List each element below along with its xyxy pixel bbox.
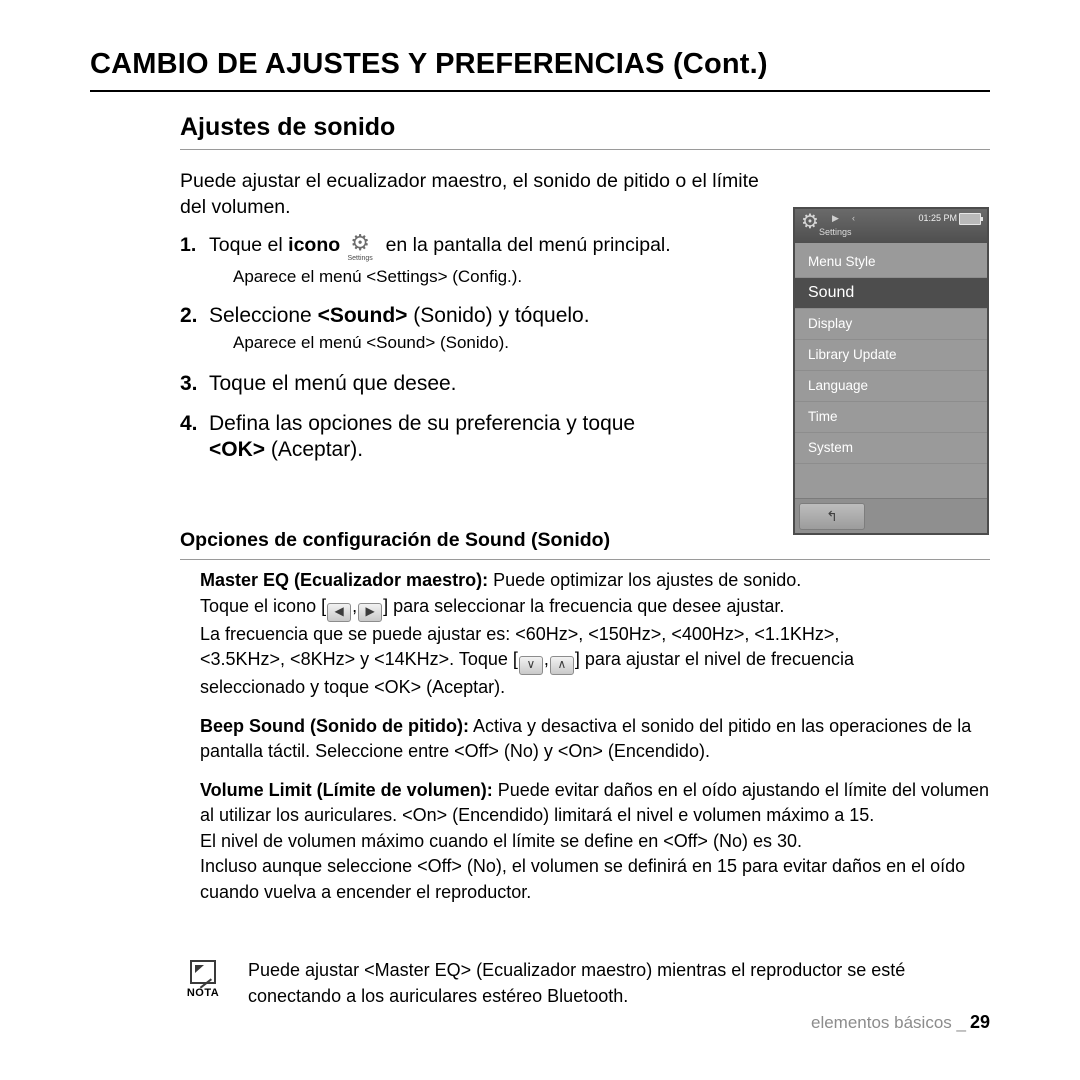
option-master-eq-line3: La frecuencia que se puede ajustar es: <… bbox=[200, 623, 840, 644]
gear-glyph: ⚙ bbox=[350, 230, 371, 255]
options-heading-text: Opciones de configuración de Sound (Soni… bbox=[180, 529, 611, 551]
left-arrow-key-icon: ◀ bbox=[327, 602, 352, 622]
option-master-eq-line2b: ] para seleccionar la frecuencia que des… bbox=[383, 595, 785, 616]
step-subtext: Aparece el menú <Sound> (Sonido). bbox=[233, 333, 509, 352]
options-body: Master EQ (Ecualizador maestro): Puede o… bbox=[200, 568, 1000, 918]
section-heading: Ajustes de sonido bbox=[180, 113, 990, 150]
note-text: Puede ajustar <Master EQ> (Ecualizador m… bbox=[248, 960, 906, 1006]
device-bottom-bar: ↰ bbox=[795, 498, 987, 533]
device-menu-item-language[interactable]: Language bbox=[795, 371, 987, 402]
device-screenshot: ⚙ Settings ▶ ‹ 01:25 PM Menu Style Sound… bbox=[793, 207, 989, 535]
device-status-bar: ⚙ Settings ▶ ‹ 01:25 PM bbox=[795, 209, 987, 243]
option-volume-limit-extra2: Incluso aunque seleccione <Off> (No), el… bbox=[200, 856, 966, 902]
key-separator-2: , bbox=[543, 649, 549, 669]
option-block-volume-limit: Volume Limit (Límite de volumen): Puede … bbox=[200, 778, 1000, 906]
device-menu-list: Menu Style Sound Display Library Update … bbox=[795, 243, 987, 464]
option-master-eq-line5: seleccionado y toque <OK> (Aceptar). bbox=[200, 677, 506, 697]
steps-list: 1. Toque el icono ⚙ Settings en la pantall… bbox=[180, 232, 780, 463]
device-menu-item-library-update[interactable]: Library Update bbox=[795, 340, 987, 371]
device-menu-item-display[interactable]: Display bbox=[795, 309, 987, 340]
note-icon: NOTA bbox=[180, 960, 226, 999]
device-menu-item-menu-style[interactable]: Menu Style bbox=[795, 247, 987, 278]
option-title-master-eq: Master EQ (Ecualizador maestro): bbox=[200, 570, 489, 590]
option-master-eq-line1: Puede optimizar los ajustes de sonido. bbox=[488, 570, 802, 590]
option-block-master-eq: Master EQ (Ecualizador maestro): Puede o… bbox=[200, 568, 1000, 701]
step-subtext: Aparece el menú <Settings> (Config.). bbox=[233, 267, 523, 286]
battery-icon bbox=[959, 213, 983, 225]
settings-gear-icon: ⚙ Settings bbox=[340, 232, 380, 263]
step-text-bold: <Sound> bbox=[317, 304, 408, 327]
intro-paragraph: Puede ajustar el ecualizador maestro, el… bbox=[180, 170, 759, 218]
step-text-before: Toque el bbox=[209, 234, 289, 256]
device-clock: 01:25 PM bbox=[918, 213, 957, 223]
note-label: NOTA bbox=[186, 987, 220, 999]
device-gear-icon: ⚙ bbox=[801, 211, 819, 233]
section-title-text: Ajustes de sonido bbox=[180, 113, 396, 141]
page-title: CAMBIO DE AJUSTES Y PREFERENCIAS (Cont.) bbox=[90, 48, 768, 80]
bookmark-icon: ‹ bbox=[852, 213, 855, 223]
step-text-bold: icono bbox=[288, 234, 341, 256]
gear-caption: Settings bbox=[347, 255, 373, 262]
step-number: 2. bbox=[180, 304, 198, 327]
step-text: Defina las opciones de su preferencia y … bbox=[209, 411, 780, 463]
step-text-bold: <OK> bbox=[209, 438, 266, 461]
down-arrow-key-icon: ∨ bbox=[518, 656, 543, 675]
note-block: NOTA Puede ajustar <Master EQ> (Ecualiza… bbox=[180, 958, 990, 1009]
step-item: 2. Seleccione <Sound> (Sonido) y tóquelo… bbox=[180, 303, 780, 355]
header-divider bbox=[90, 90, 990, 92]
step-item: 1. Toque el icono ⚙ Settings en la pantall… bbox=[180, 232, 780, 289]
options-divider bbox=[180, 559, 990, 560]
option-volume-limit-extra1: El nivel de volumen máximo cuando el lím… bbox=[200, 830, 802, 851]
device-menu-item-system[interactable]: System bbox=[795, 433, 987, 464]
option-master-eq-line2a: Toque el icono [ bbox=[200, 595, 327, 616]
step-number: 4. bbox=[180, 412, 198, 435]
device-menu-item-time[interactable]: Time bbox=[795, 402, 987, 433]
step-text: Toque el menú que desee. bbox=[209, 372, 457, 395]
step-text-before: Defina las opciones de su preferencia y … bbox=[209, 412, 636, 435]
option-block-beep-sound: Beep Sound (Sonido de pitido): Activa y … bbox=[200, 714, 1000, 765]
option-title-beep-sound: Beep Sound (Sonido de pitido): bbox=[200, 715, 469, 736]
device-menu-item-sound[interactable]: Sound bbox=[795, 278, 987, 309]
play-icon: ▶ bbox=[832, 213, 839, 223]
right-arrow-key-icon: ▶ bbox=[358, 602, 383, 622]
up-arrow-key-icon: ∧ bbox=[549, 656, 574, 675]
device-status-title: Settings bbox=[819, 227, 852, 237]
page-footer: elementos básicos _ 29 bbox=[811, 1012, 990, 1033]
option-master-eq-line4a: <3.5KHz>, <8KHz> y <14KHz>. Toque [ bbox=[200, 649, 518, 669]
page-number: 29 bbox=[969, 1012, 990, 1032]
step-text-after: en la pantalla del menú principal. bbox=[380, 234, 671, 256]
document-page: CAMBIO DE AJUSTES Y PREFERENCIAS (Cont.)… bbox=[0, 0, 1080, 1080]
option-master-eq-line4b: ] para ajustar el nivel de frecuencia bbox=[574, 649, 855, 669]
note-pencil-icon bbox=[190, 960, 216, 984]
step-text-after: (Aceptar). bbox=[265, 438, 364, 461]
step-item: 3. Toque el menú que desee. bbox=[180, 371, 780, 397]
step-text: Seleccione <Sound> (Sonido) y tóquelo. bbox=[209, 303, 780, 329]
options-heading: Opciones de configuración de Sound (Soni… bbox=[180, 529, 990, 560]
step-text-before: Seleccione bbox=[209, 304, 318, 327]
page-header: CAMBIO DE AJUSTES Y PREFERENCIAS (Cont.) bbox=[90, 48, 990, 92]
step-text: Toque el icono ⚙ Settings en la pantalla d… bbox=[209, 232, 780, 263]
option-title-volume-limit: Volume Limit (Límite de volumen): bbox=[200, 779, 493, 800]
step-number: 1. bbox=[180, 234, 197, 256]
section-divider bbox=[180, 149, 990, 150]
back-button[interactable]: ↰ bbox=[799, 503, 865, 530]
step-text-after: (Sonido) y tóquelo. bbox=[407, 304, 590, 327]
key-separator: , bbox=[352, 595, 358, 616]
footer-label: elementos básicos _ bbox=[810, 1013, 966, 1032]
step-number: 3. bbox=[180, 372, 198, 395]
step-item: 4. Defina las opciones de su preferencia… bbox=[180, 411, 780, 463]
